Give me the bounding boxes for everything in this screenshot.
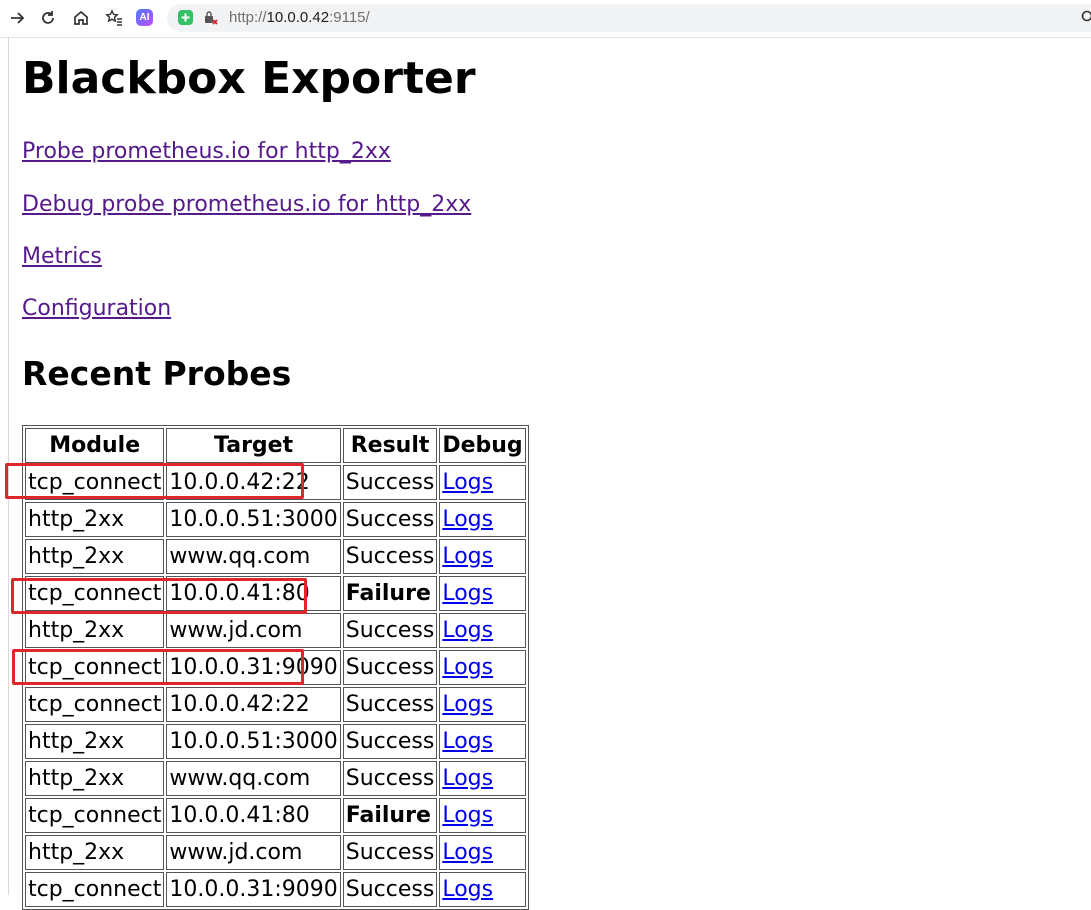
debug-cell: Logs xyxy=(439,650,525,685)
configuration-link[interactable]: Configuration xyxy=(22,296,171,321)
debug-cell: Logs xyxy=(439,465,525,500)
target-cell: www.qq.com xyxy=(166,761,340,796)
table-row: http_2xx10.0.0.51:3000SuccessLogs xyxy=(25,502,526,537)
table-row: http_2xx10.0.0.51:3000SuccessLogs xyxy=(25,724,526,759)
not-secure-icon[interactable] xyxy=(203,10,219,26)
debug-cell: Logs xyxy=(439,613,525,648)
logs-link[interactable]: Logs xyxy=(442,581,493,606)
table-row: tcp_connect10.0.0.41:80FailureLogs xyxy=(25,576,526,611)
reload-icon[interactable] xyxy=(38,8,58,28)
table-row: http_2xxwww.qq.comSuccessLogs xyxy=(25,539,526,574)
favorites-icon[interactable] xyxy=(104,8,124,28)
debug-cell: Logs xyxy=(439,687,525,722)
debug-cell: Logs xyxy=(439,724,525,759)
module-cell: tcp_connect xyxy=(25,650,164,685)
result-cell: Success xyxy=(343,465,438,500)
module-cell: tcp_connect xyxy=(25,687,164,722)
extension-shield-icon[interactable] xyxy=(178,10,193,25)
logs-link[interactable]: Logs xyxy=(442,877,493,902)
result-cell: Success xyxy=(343,613,438,648)
result-cell: Success xyxy=(343,761,438,796)
result-cell: Success xyxy=(343,687,438,722)
target-cell: www.qq.com xyxy=(166,539,340,574)
url-host: 10.0.0.42 xyxy=(267,9,330,26)
target-cell: 10.0.0.42:22 xyxy=(166,465,340,500)
logs-link[interactable]: Logs xyxy=(442,544,493,569)
home-icon[interactable] xyxy=(71,8,91,28)
header-result: Result xyxy=(343,428,438,463)
page-title: Blackbox Exporter xyxy=(22,53,476,104)
table-row: tcp_connect10.0.0.31:9090SuccessLogs xyxy=(25,872,526,907)
window-edge-divider xyxy=(8,37,9,895)
logs-link[interactable]: Logs xyxy=(442,618,493,643)
address-bar[interactable]: http://10.0.0.42:9115/ xyxy=(167,4,1091,32)
result-cell: Success xyxy=(343,650,438,685)
module-cell: tcp_connect xyxy=(25,872,164,907)
ai-icon[interactable]: AI xyxy=(136,9,153,26)
result-cell: Success xyxy=(343,724,438,759)
header-module: Module xyxy=(25,428,164,463)
debug-probe-link[interactable]: Debug probe prometheus.io for http_2xx xyxy=(22,192,471,217)
target-cell: 10.0.0.51:3000 xyxy=(166,502,340,537)
recent-probes-table: Module Target Result Debug tcp_connect10… xyxy=(22,425,529,910)
table-row: tcp_connect10.0.0.42:22SuccessLogs xyxy=(25,687,526,722)
target-cell: 10.0.0.31:9090 xyxy=(166,872,340,907)
table-row: http_2xxwww.qq.comSuccessLogs xyxy=(25,761,526,796)
url-path: :9115/ xyxy=(329,9,370,26)
module-cell: http_2xx xyxy=(25,761,164,796)
section-title: Recent Probes xyxy=(22,354,291,393)
metrics-link[interactable]: Metrics xyxy=(22,244,102,269)
table-row: http_2xxwww.jd.comSuccessLogs xyxy=(25,613,526,648)
table-row: tcp_connect10.0.0.41:80FailureLogs xyxy=(25,798,526,833)
debug-cell: Logs xyxy=(439,872,525,907)
debug-cell: Logs xyxy=(439,502,525,537)
probe-link[interactable]: Probe prometheus.io for http_2xx xyxy=(22,139,391,164)
browser-toolbar: AI http://10.0.0.42:9115/ xyxy=(0,0,1091,38)
module-cell: tcp_connect xyxy=(25,798,164,833)
logs-link[interactable]: Logs xyxy=(442,655,493,680)
target-cell: 10.0.0.41:80 xyxy=(166,576,340,611)
url-scheme: http:// xyxy=(229,9,267,26)
module-cell: http_2xx xyxy=(25,835,164,870)
module-cell: http_2xx xyxy=(25,539,164,574)
header-target: Target xyxy=(166,428,340,463)
debug-cell: Logs xyxy=(439,835,525,870)
table-row: tcp_connect10.0.0.42:22SuccessLogs xyxy=(25,465,526,500)
url-text[interactable]: http://10.0.0.42:9115/ xyxy=(229,9,370,26)
result-cell: Success xyxy=(343,502,438,537)
logs-link[interactable]: Logs xyxy=(442,729,493,754)
table-header-row: Module Target Result Debug xyxy=(25,428,526,463)
debug-cell: Logs xyxy=(439,761,525,796)
logs-link[interactable]: Logs xyxy=(442,840,493,865)
header-debug: Debug xyxy=(439,428,525,463)
target-cell: 10.0.0.41:80 xyxy=(166,798,340,833)
target-cell: 10.0.0.51:3000 xyxy=(166,724,340,759)
debug-cell: Logs xyxy=(439,576,525,611)
target-cell: 10.0.0.42:22 xyxy=(166,687,340,722)
search-icon[interactable] xyxy=(1081,9,1091,23)
back-arrow-icon[interactable] xyxy=(7,8,27,28)
logs-link[interactable]: Logs xyxy=(442,766,493,791)
target-cell: www.jd.com xyxy=(166,613,340,648)
logs-link[interactable]: Logs xyxy=(442,803,493,828)
module-cell: http_2xx xyxy=(25,502,164,537)
module-cell: tcp_connect xyxy=(25,576,164,611)
module-cell: http_2xx xyxy=(25,613,164,648)
module-cell: tcp_connect xyxy=(25,465,164,500)
logs-link[interactable]: Logs xyxy=(442,507,493,532)
result-cell: Failure xyxy=(343,798,438,833)
logs-link[interactable]: Logs xyxy=(442,692,493,717)
result-cell: Failure xyxy=(343,576,438,611)
result-cell: Success xyxy=(343,835,438,870)
table-row: http_2xxwww.jd.comSuccessLogs xyxy=(25,835,526,870)
debug-cell: Logs xyxy=(439,798,525,833)
target-cell: 10.0.0.31:9090 xyxy=(166,650,340,685)
result-cell: Success xyxy=(343,872,438,907)
table-row: tcp_connect10.0.0.31:9090SuccessLogs xyxy=(25,650,526,685)
logs-link[interactable]: Logs xyxy=(442,470,493,495)
module-cell: http_2xx xyxy=(25,724,164,759)
target-cell: www.jd.com xyxy=(166,835,340,870)
debug-cell: Logs xyxy=(439,539,525,574)
result-cell: Success xyxy=(343,539,438,574)
